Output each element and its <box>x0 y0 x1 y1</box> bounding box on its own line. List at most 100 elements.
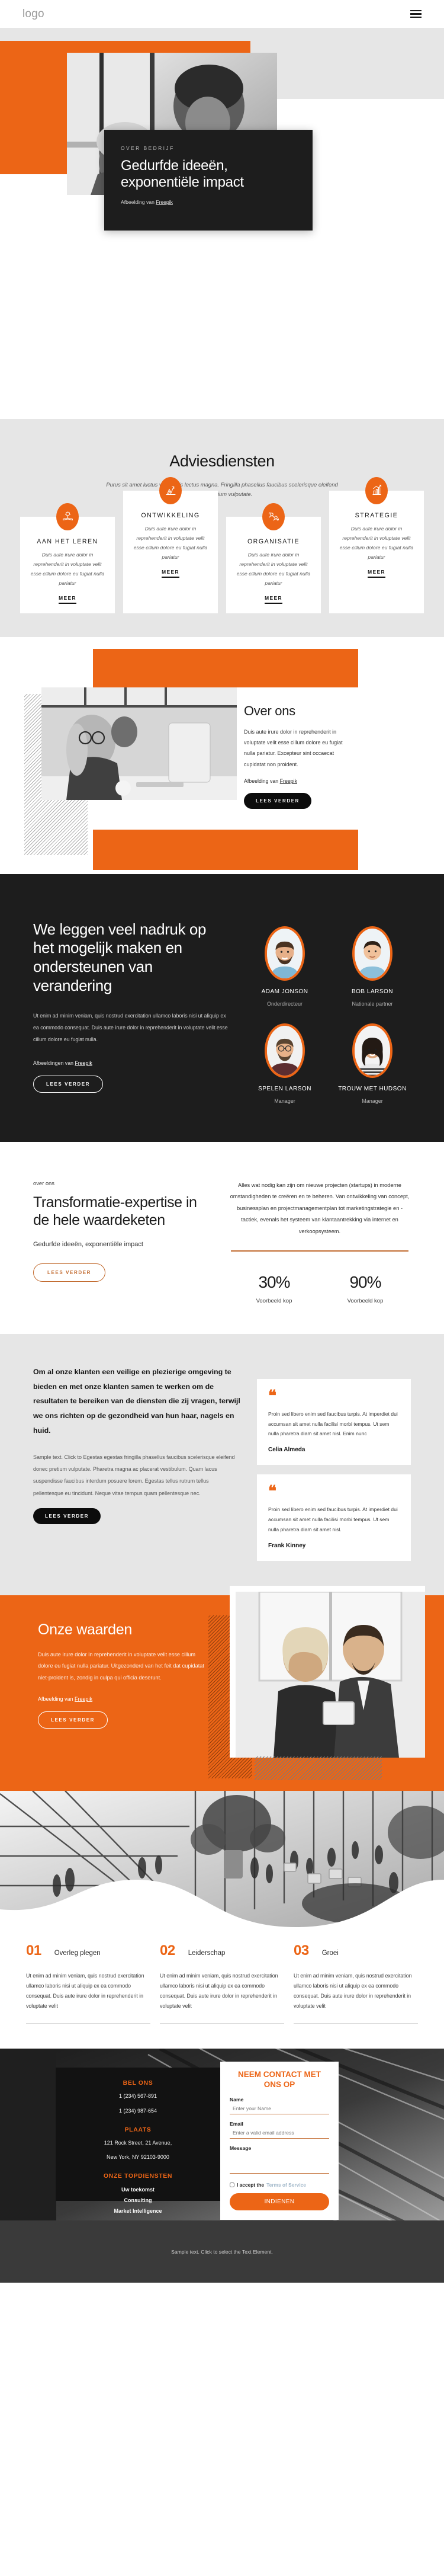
step-title: Overleg plegen <box>54 1949 101 1957</box>
contact-services-list: Uw toekomst Consulting Market Intelligen… <box>56 2184 220 2216</box>
contact-call-group: BEL ONS 1 (234) 567-891 1 (234) 987-654 <box>56 2079 220 2116</box>
terms-checkbox[interactable] <box>230 2182 234 2187</box>
step-body: Ut enim ad minim veniam, quis nostrud ex… <box>26 1972 144 2009</box>
service-card-organisation[interactable]: ORGANISATIE Duis aute irure dolor in rep… <box>226 503 321 613</box>
testimonials-section: Om al onze klanten een veilige en plezie… <box>0 1333 444 1595</box>
terms-prefix: I accept the <box>237 2181 265 2188</box>
service-title: ONTWIKKELING <box>141 511 200 519</box>
site-logo[interactable]: logo <box>22 8 44 21</box>
service-more-link[interactable]: MEER <box>368 569 385 578</box>
book-idea-icon <box>56 503 79 530</box>
contact-info-panel: BEL ONS 1 (234) 567-891 1 (234) 987-654 … <box>56 2068 220 2214</box>
team-intro: We leggen veel nadruk op het mogelijk ma… <box>33 920 229 1104</box>
submit-button[interactable]: INDIENEN <box>230 2193 329 2210</box>
hamburger-menu-icon[interactable] <box>410 10 422 18</box>
step-divider <box>294 2023 418 2024</box>
service-title: AAN HET LEREN <box>37 537 98 545</box>
team-member[interactable]: SPELEN LARSON Manager <box>246 1023 323 1104</box>
transformation-tagline: Gedurfde ideeën, exponentiële impact <box>33 1240 143 1248</box>
stat-value: 30% <box>258 1272 290 1291</box>
transformation-title: Transformatie-expertise in de hele waard… <box>33 1193 197 1228</box>
service-more-link[interactable]: MEER <box>162 569 179 578</box>
team-member-role: Nationale partner <box>352 1000 393 1007</box>
team-member[interactable]: BOB LARSON Nationale partner <box>334 926 411 1007</box>
growth-chart-icon <box>159 476 182 504</box>
quote-icon: ❝ <box>268 1387 276 1404</box>
values-credit-link[interactable]: Freepik <box>75 1696 92 1702</box>
testimonial-card: ❝ Proin sed libero enim sed faucibus tur… <box>257 1378 411 1465</box>
team-credit-prefix: Afbeeldingen van <box>33 1060 75 1066</box>
testimonial-card: ❝ Proin sed libero enim sed faucibus tur… <box>257 1474 411 1561</box>
team-read-more-button[interactable]: LEES VERDER <box>33 1075 104 1093</box>
team-member-role: Manager <box>274 1097 295 1104</box>
about-orange-bottom <box>93 829 358 870</box>
testimonials-heading: Om al onze klanten een veilige en plezie… <box>33 1367 240 1435</box>
about-image-credit: Afbeelding van Freepik <box>244 778 345 784</box>
contact-address-line-2: New York, NY 92103-9000 <box>107 2154 169 2161</box>
site-footer: Sample text. Click to select the Text El… <box>0 2220 444 2283</box>
transformation-read-more-button[interactable]: LEES VERDER <box>33 1263 106 1282</box>
email-input[interactable] <box>230 2127 329 2139</box>
transformation-divider <box>231 1250 408 1252</box>
team-members-grid: ADAM JONSON Onderdirecteur BOB LARSON Na… <box>246 920 411 1104</box>
contact-place-heading: PLAATS <box>124 2126 152 2133</box>
about-credit-link[interactable]: Freepik <box>280 778 297 784</box>
team-member-name: ADAM JONSON <box>261 988 308 995</box>
contact-service-2[interactable]: Consulting <box>56 2195 220 2206</box>
step-number: 02 <box>160 1942 175 1959</box>
hero-credit-link[interactable]: Freepik <box>156 199 173 205</box>
service-card-development[interactable]: ONTWIKKELING Duis aute irure dolor in re… <box>123 476 218 613</box>
steps-section: 01 Overleg plegen Ut enim ad minim venia… <box>0 1927 444 2049</box>
team-image-credit: Afbeeldingen van Freepik <box>33 1060 229 1066</box>
testimonials-read-more-button[interactable]: LEES VERDER <box>33 1508 101 1524</box>
step-item: 01 Overleg plegen Ut enim ad minim venia… <box>26 1943 150 2024</box>
contact-phone-1[interactable]: 1 (234) 567-891 <box>56 2092 220 2101</box>
stat-value: 90% <box>349 1272 381 1291</box>
values-photo <box>230 1585 425 1758</box>
contact-phone-2[interactable]: 1 (234) 987-654 <box>56 2107 220 2116</box>
contact-service-3[interactable]: Market Intelligence <box>56 2206 220 2216</box>
team-credit-link[interactable]: Freepik <box>75 1060 92 1066</box>
transformation-label: over ons <box>33 1179 54 1186</box>
quote-icon: ❝ <box>268 1483 276 1500</box>
service-card-learning[interactable]: AAN HET LEREN Duis aute irure dolor in r… <box>20 503 115 613</box>
team-member-name: SPELEN LARSON <box>258 1085 311 1092</box>
service-more-link[interactable]: MEER <box>265 595 282 604</box>
team-network-icon <box>262 503 285 530</box>
team-member-name: BOB LARSON <box>351 988 394 995</box>
team-section: We leggen veel nadruk op het mogelijk ma… <box>0 873 444 1142</box>
service-body: Duis aute irure dolor in reprehenderit i… <box>30 551 105 586</box>
services-title: Adviesdiensten <box>169 452 275 470</box>
step-number: 01 <box>26 1942 41 1959</box>
stat-caption: Voorbeeld kop <box>347 1297 384 1304</box>
step-divider <box>26 2023 150 2024</box>
hero-text-card: OVER BEDRIJF Gedurfde ideeën, exponentië… <box>104 130 313 231</box>
site-header: logo <box>0 0 444 28</box>
contact-service-1[interactable]: Uw toekomst <box>56 2184 220 2195</box>
hero-title: Gedurfde ideeën, exponentiële impact <box>121 158 244 191</box>
service-more-link[interactable]: MEER <box>59 595 76 604</box>
terms-row: I accept the Terms of Service <box>230 2182 329 2188</box>
team-member[interactable]: ADAM JONSON Onderdirecteur <box>246 926 323 1007</box>
values-read-more-button[interactable]: LEES VERDER <box>38 1711 108 1729</box>
terms-of-service-link[interactable]: Terms of Service <box>266 2182 306 2188</box>
name-input[interactable] <box>230 2103 329 2114</box>
contact-address-line-1: 121 Rock Street, 21 Avenue, <box>104 2139 172 2146</box>
email-label: Email <box>230 2120 243 2127</box>
hero-credit-prefix: Afbeelding van <box>121 199 156 205</box>
hero-image-credit: Afbeelding van Freepik <box>121 199 296 205</box>
team-member[interactable]: TROUW MET HUDSON Manager <box>334 1023 411 1104</box>
about-read-more-button[interactable]: LEES VERDER <box>244 793 312 809</box>
testimonial-author: Frank Kinney <box>268 1542 306 1549</box>
team-member-role: Manager <box>362 1097 383 1104</box>
about-body: Duis aute irure dolor in reprehenderit i… <box>244 728 343 767</box>
message-input[interactable] <box>230 2151 329 2174</box>
values-credit-prefix: Afbeelding van <box>38 1695 75 1702</box>
service-title: ORGANISATIE <box>247 537 300 545</box>
step-number: 03 <box>294 1942 309 1959</box>
team-member-name: TROUW MET HUDSON <box>338 1085 407 1092</box>
step-title: Leiderschap <box>188 1949 226 1957</box>
service-card-strategy[interactable]: STRATEGIE Duis aute irure dolor in repre… <box>329 476 424 613</box>
avatar <box>352 1023 392 1078</box>
values-body: Duis aute irure dolor in reprehenderit i… <box>38 1651 204 1681</box>
